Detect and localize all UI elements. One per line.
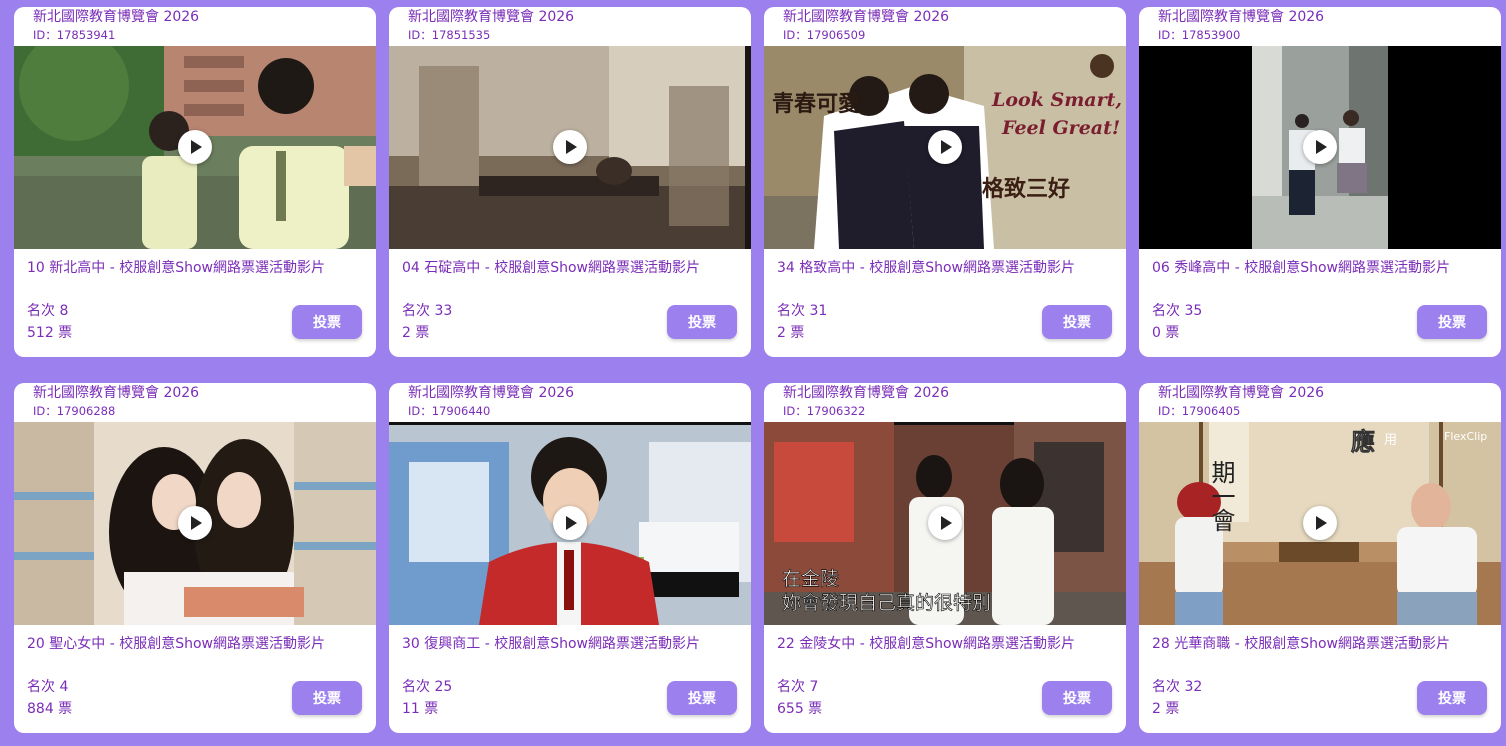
vote-count: 2 票	[402, 325, 430, 341]
video-title[interactable]: 20 聖心女中 - 校服創意Show網路票選活動影片	[27, 634, 367, 654]
video-thumbnail[interactable]: 青春可愛 Look Smart, Feel Great! 格致三好	[764, 46, 1126, 249]
video-title[interactable]: 22 金陵女中 - 校服創意Show網路票選活動影片	[777, 634, 1117, 654]
scroll-text: 期一會	[1207, 460, 1235, 532]
video-id: ID：17906288	[33, 404, 116, 418]
video-thumbnail[interactable]	[14, 46, 376, 249]
card-header: 新北國際教育博覽會 2026 ID：17906288	[14, 383, 376, 422]
vote-button[interactable]: 投票	[1417, 305, 1487, 339]
card-stats: 名次 25 11 票	[402, 676, 452, 720]
vote-button[interactable]: 投票	[292, 681, 362, 715]
video-title[interactable]: 30 復興商工 - 校服創意Show網路票選活動影片	[402, 634, 742, 654]
play-icon[interactable]	[178, 130, 212, 164]
video-thumbnail[interactable]	[14, 422, 376, 625]
video-thumbnail[interactable]	[389, 422, 751, 625]
card-stats: 名次 4 884 票	[27, 676, 72, 720]
card-header: 新北國際教育博覽會 2026 ID：17906440	[389, 383, 751, 422]
vote-button[interactable]: 投票	[1042, 305, 1112, 339]
card-stats: 名次 7 655 票	[777, 676, 822, 720]
video-title[interactable]: 06 秀峰高中 - 校服創意Show網路票選活動影片	[1152, 258, 1492, 278]
video-id: ID：17906509	[783, 28, 866, 42]
event-name: 新北國際教育博覽會 2026	[408, 9, 575, 25]
overlay-text-left: 青春可愛	[772, 91, 860, 117]
video-card: 新北國際教育博覽會 2026 ID：17906440 30 復興商工 - 校服創…	[389, 383, 751, 733]
subtitle-line-1: 在金陵	[782, 568, 839, 590]
event-name: 新北國際教育博覽會 2026	[33, 9, 200, 25]
video-id: ID：17853941	[33, 28, 116, 42]
video-card: 新北國際教育博覽會 2026 ID：17853900 06 秀峰高中 - 校服創…	[1139, 7, 1501, 357]
rank-label: 名次 4	[27, 679, 69, 695]
video-thumbnail[interactable]: 在金陵 妳會發現自己真的很特別	[764, 422, 1126, 625]
card-header: 新北國際教育博覽會 2026 ID：17906509	[764, 7, 1126, 46]
watermark-logo: FlexClip	[1444, 430, 1487, 443]
video-title[interactable]: 04 石碇高中 - 校服創意Show網路票選活動影片	[402, 258, 742, 278]
video-card: 新北國際教育博覽會 2026 ID：17906509 青春可愛 Look Sma…	[764, 7, 1126, 357]
card-stats: 名次 33 2 票	[402, 300, 452, 344]
event-name: 新北國際教育博覽會 2026	[783, 385, 950, 401]
vote-button[interactable]: 投票	[1417, 681, 1487, 715]
video-thumbnail[interactable]	[389, 46, 751, 249]
video-id: ID：17906322	[783, 404, 866, 418]
video-title[interactable]: 28 光華商職 - 校服創意Show網路票選活動影片	[1152, 634, 1492, 654]
card-stats: 名次 32 2 票	[1152, 676, 1202, 720]
video-id: ID：17853900	[1158, 28, 1241, 42]
event-name: 新北國際教育博覽會 2026	[783, 9, 950, 25]
play-icon[interactable]	[928, 506, 962, 540]
vote-button[interactable]: 投票	[667, 305, 737, 339]
card-stats: 名次 8 512 票	[27, 300, 72, 344]
card-header: 新北國際教育博覽會 2026 ID：17853900	[1139, 7, 1501, 46]
video-id: ID：17906405	[1158, 404, 1241, 418]
vote-button[interactable]: 投票	[1042, 681, 1112, 715]
play-icon[interactable]	[928, 130, 962, 164]
video-id: ID：17851535	[408, 28, 491, 42]
rank-label: 名次 35	[1152, 303, 1203, 319]
vote-count: 0 票	[1152, 325, 1180, 341]
vote-button[interactable]: 投票	[667, 681, 737, 715]
vote-count: 2 票	[1152, 701, 1180, 717]
video-title[interactable]: 34 格致高中 - 校服創意Show網路票選活動影片	[777, 258, 1117, 278]
play-icon[interactable]	[1303, 506, 1337, 540]
overlay-text-right-2: Feel Great!	[1001, 117, 1120, 139]
vote-count: 2 票	[777, 325, 805, 341]
video-title[interactable]: 10 新北高中 - 校服創意Show網路票選活動影片	[27, 258, 367, 278]
event-name: 新北國際教育博覽會 2026	[408, 385, 575, 401]
rank-label: 名次 8	[27, 303, 69, 319]
card-header: 新北國際教育博覽會 2026 ID：17851535	[389, 7, 751, 46]
rank-label: 名次 31	[777, 303, 828, 319]
video-thumbnail[interactable]	[1139, 46, 1501, 249]
card-header: 新北國際教育博覽會 2026 ID：17853941	[14, 7, 376, 46]
video-card: 新北國際教育博覽會 2026 ID：17851535 04 石碇高中 - 校服創…	[389, 7, 751, 357]
card-header: 新北國際教育博覽會 2026 ID：17906322	[764, 383, 1126, 422]
vote-button[interactable]: 投票	[292, 305, 362, 339]
vote-count: 512 票	[27, 325, 73, 341]
card-header: 新北國際教育博覽會 2026 ID：17906405	[1139, 383, 1501, 422]
video-card: 新北國際教育博覽會 2026 ID：17906405 期一會 應 用 FlexC…	[1139, 383, 1501, 733]
play-icon[interactable]	[553, 506, 587, 540]
video-card: 新北國際教育博覽會 2026 ID：17906288 20 聖心女中 - 校服創…	[14, 383, 376, 733]
rank-label: 名次 7	[777, 679, 819, 695]
overlay-text-small: 用	[1384, 433, 1397, 448]
video-card: 新北國際教育博覽會 2026 ID：17853941 10 新北高中 - 校服創…	[14, 7, 376, 357]
vote-count: 655 票	[777, 701, 823, 717]
vote-count: 884 票	[27, 701, 73, 717]
overlay-text-bottom: 格致三好	[982, 176, 1070, 202]
event-name: 新北國際教育博覽會 2026	[1158, 9, 1325, 25]
rank-label: 名次 33	[402, 303, 453, 319]
play-icon[interactable]	[1303, 130, 1337, 164]
video-card: 新北國際教育博覽會 2026 ID：17906322 在金陵 妳會發現自己真的很…	[764, 383, 1126, 733]
card-stats: 名次 35 0 票	[1152, 300, 1202, 344]
play-icon[interactable]	[178, 506, 212, 540]
event-name: 新北國際教育博覽會 2026	[1158, 385, 1325, 401]
overlay-text-right-1: Look Smart,	[991, 89, 1122, 111]
event-name: 新北國際教育博覽會 2026	[33, 385, 200, 401]
vote-count: 11 票	[402, 701, 439, 717]
video-grid: 新北國際教育博覽會 2026 ID：17853941 10 新北高中 - 校服創…	[14, 7, 1501, 733]
card-stats: 名次 31 2 票	[777, 300, 827, 344]
rank-label: 名次 25	[402, 679, 453, 695]
subtitle-line-2: 妳會發現自己真的很特別	[782, 592, 991, 614]
video-thumbnail[interactable]: 期一會 應 用 FlexClip	[1139, 422, 1501, 625]
rank-label: 名次 32	[1152, 679, 1203, 695]
play-icon[interactable]	[553, 130, 587, 164]
video-id: ID：17906440	[408, 404, 491, 418]
overlay-text-top: 應	[1351, 427, 1375, 456]
